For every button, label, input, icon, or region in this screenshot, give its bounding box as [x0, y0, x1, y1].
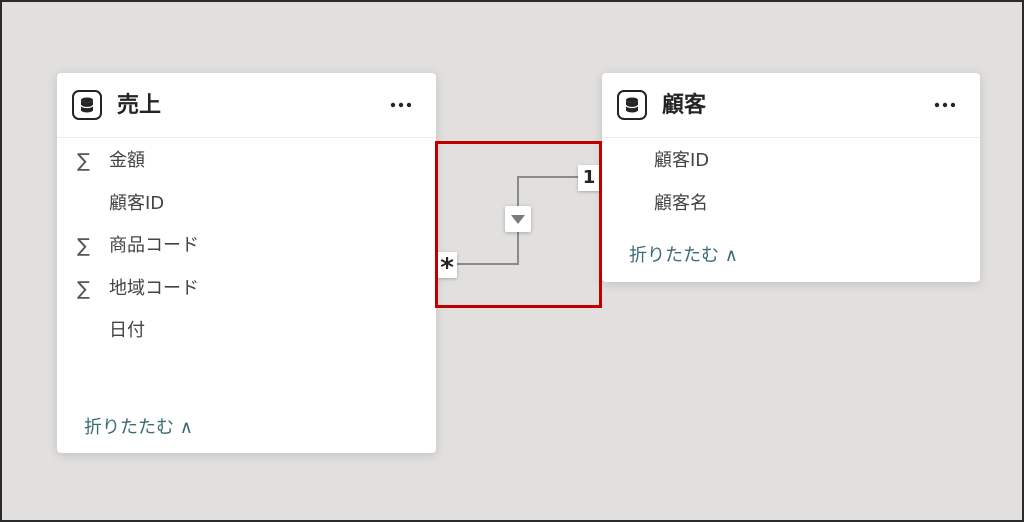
relationship-highlight-box	[435, 141, 602, 308]
model-canvas: 売上 ∑ 金額 顧客ID ∑ 商品コード ∑ 地域コード 日付 折りたたむ ∧ …	[0, 0, 1024, 522]
